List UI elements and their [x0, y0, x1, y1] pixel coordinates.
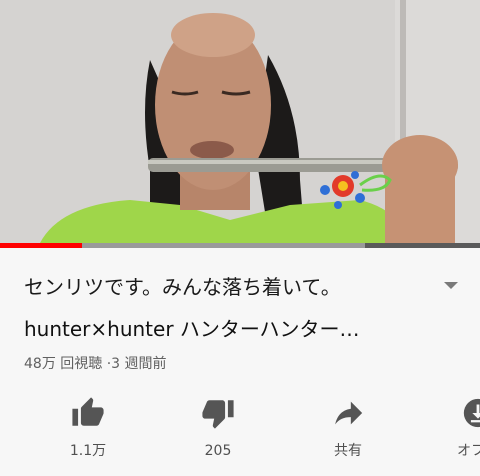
expand-chevron-icon[interactable] — [444, 282, 458, 289]
thumbs-down-icon — [202, 400, 234, 429]
download-label: オフラ — [457, 443, 480, 459]
video-meta: 48万 回視聴3 週間前 — [24, 354, 167, 374]
like-count: 1.1万 — [69, 443, 107, 459]
share-icon — [335, 401, 363, 425]
download-button[interactable]: オフラ — [430, 396, 480, 466]
download-icon — [463, 398, 480, 428]
video-description-preview[interactable]: hunter×hunter ハンターハンター… — [24, 316, 464, 342]
video-player[interactable] — [0, 0, 480, 243]
like-button[interactable]: 1.1万 — [40, 396, 136, 466]
video-frame — [0, 0, 480, 243]
action-bar: 1.1万 205 共有 オフラ — [0, 396, 480, 476]
upload-age: 3 週間前 — [102, 356, 166, 372]
thumbs-up-icon — [72, 397, 104, 426]
view-count: 48万 回視聴 — [24, 356, 103, 372]
share-label: 共有 — [334, 443, 362, 459]
video-title[interactable]: センリツです。みんな落ち着いて。 — [24, 274, 424, 300]
video-info: センリツです。みんな落ち着いて。 hunter×hunter ハンターハンター…… — [0, 248, 480, 476]
dislike-button[interactable]: 205 — [170, 396, 266, 466]
share-button[interactable]: 共有 — [300, 396, 396, 466]
dislike-count: 205 — [204, 443, 232, 459]
